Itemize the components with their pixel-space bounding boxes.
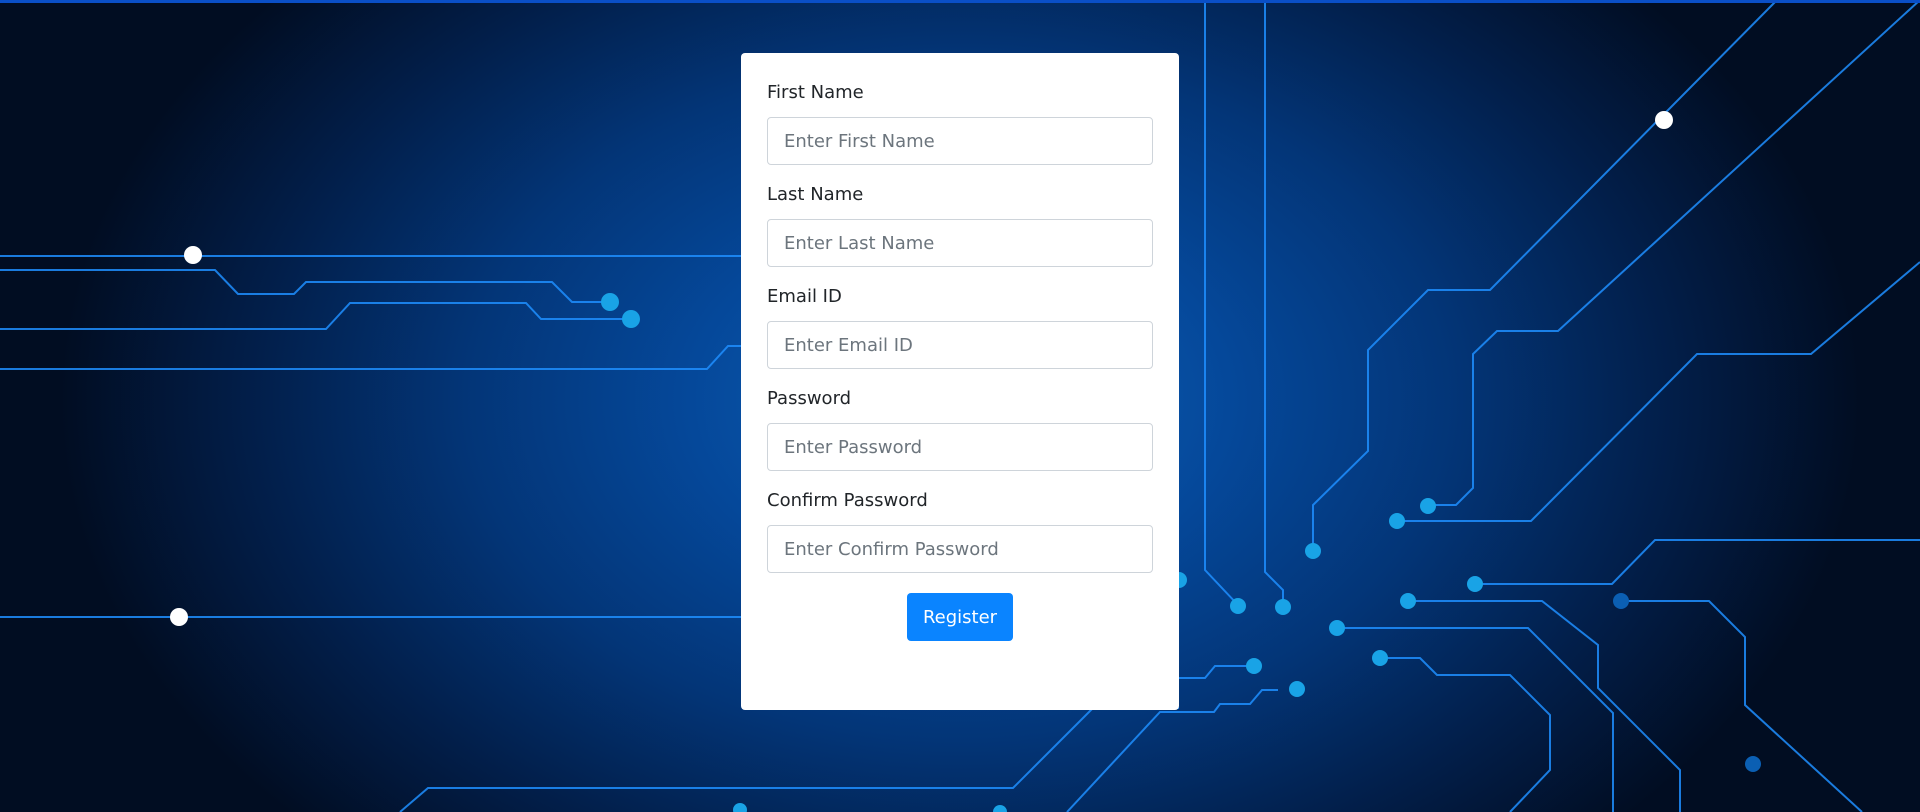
- top-accent-bar: [0, 0, 1920, 3]
- confirm-password-input[interactable]: [767, 525, 1153, 573]
- submit-row: Register: [767, 593, 1153, 641]
- first-name-label: First Name: [767, 82, 864, 103]
- email-label: Email ID: [767, 286, 842, 307]
- register-button[interactable]: Register: [906, 593, 1014, 641]
- registration-form: First Name Last Name Email ID Password C…: [741, 53, 1179, 710]
- confirm-password-label: Confirm Password: [767, 490, 928, 511]
- first-name-field: First Name: [767, 81, 1153, 165]
- email-field: Email ID: [767, 285, 1153, 369]
- first-name-input[interactable]: [767, 117, 1153, 165]
- email-input[interactable]: [767, 321, 1153, 369]
- last-name-field: Last Name: [767, 183, 1153, 267]
- last-name-label: Last Name: [767, 184, 864, 205]
- password-input[interactable]: [767, 423, 1153, 471]
- confirm-password-field: Confirm Password: [767, 489, 1153, 573]
- password-field: Password: [767, 387, 1153, 471]
- last-name-input[interactable]: [767, 219, 1153, 267]
- password-label: Password: [767, 388, 852, 409]
